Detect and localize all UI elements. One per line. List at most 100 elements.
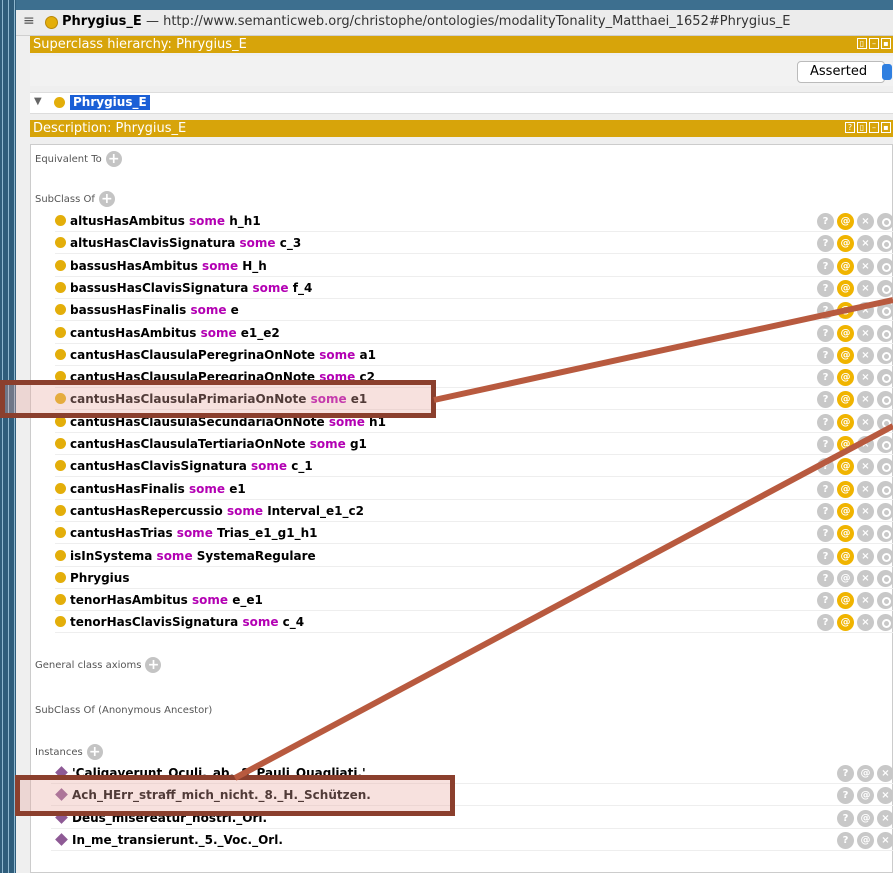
edit-icon[interactable]: [877, 458, 893, 476]
delete-icon[interactable]: ×: [857, 592, 874, 610]
annotate-icon[interactable]: @: [837, 458, 854, 476]
annotate-icon[interactable]: @: [837, 391, 854, 409]
panel-split-icon[interactable]: ▯: [857, 38, 867, 49]
delete-icon[interactable]: ×: [857, 547, 874, 565]
subclass-axiom-row[interactable]: cantusHasClausulaPeregrinaOnNote some a1…: [55, 345, 893, 366]
annotate-icon[interactable]: @: [857, 765, 874, 782]
delete-icon[interactable]: ×: [857, 235, 874, 253]
subclass-axiom-row[interactable]: tenorHasClavisSignatura some c_4? @ ×: [55, 612, 893, 634]
edit-icon[interactable]: [877, 502, 893, 520]
annotate-icon[interactable]: @: [837, 502, 854, 520]
help-icon[interactable]: ?: [817, 502, 834, 520]
help-icon[interactable]: ?: [817, 391, 834, 409]
add-superclass-icon[interactable]: +: [98, 191, 115, 207]
edit-icon[interactable]: [877, 235, 893, 253]
edit-icon[interactable]: [877, 592, 893, 610]
subclass-axiom-row[interactable]: Phrygius? @ ×: [55, 568, 893, 589]
annotate-icon[interactable]: @: [837, 569, 854, 587]
edit-icon[interactable]: [877, 324, 893, 342]
delete-icon[interactable]: ×: [857, 369, 874, 387]
asserted-dropdown[interactable]: Asserted: [797, 61, 892, 83]
help-icon[interactable]: ?: [817, 324, 834, 342]
delete-icon[interactable]: ×: [877, 765, 893, 782]
help-icon[interactable]: ?: [817, 279, 834, 297]
delete-icon[interactable]: ×: [857, 458, 874, 476]
delete-icon[interactable]: ×: [857, 480, 874, 498]
edit-icon[interactable]: [877, 302, 893, 320]
delete-icon[interactable]: ×: [857, 391, 874, 409]
annotate-icon[interactable]: @: [837, 547, 854, 565]
delete-icon[interactable]: ×: [857, 569, 874, 587]
annotate-icon[interactable]: @: [837, 413, 854, 431]
subclass-axiom-row[interactable]: bassusHasAmbitus some H_h? @ ×: [55, 256, 893, 277]
help-icon[interactable]: ?: [817, 302, 834, 320]
help-icon[interactable]: ?: [817, 369, 834, 387]
help-icon[interactable]: ?: [837, 765, 854, 782]
edit-icon[interactable]: [877, 213, 893, 230]
annotate-icon[interactable]: @: [837, 324, 854, 342]
edit-icon[interactable]: [877, 346, 893, 364]
subclass-axiom-row[interactable]: cantusHasClavisSignatura some c_1? @ ×: [55, 456, 893, 478]
annotate-icon[interactable]: @: [857, 831, 874, 849]
help-icon[interactable]: ?: [817, 525, 834, 543]
panel-help-icon[interactable]: ?: [845, 122, 855, 133]
help-icon[interactable]: ?: [817, 257, 834, 275]
help-icon[interactable]: ?: [817, 346, 834, 364]
subclass-axiom-row[interactable]: altusHasClavisSignatura some c_3? @ ×: [55, 233, 893, 255]
delete-icon[interactable]: ×: [857, 213, 874, 230]
panel-maximize-icon[interactable]: ▪: [881, 122, 891, 133]
edit-icon[interactable]: [877, 436, 893, 453]
help-icon[interactable]: ?: [817, 614, 834, 632]
edit-icon[interactable]: [877, 391, 893, 409]
delete-icon[interactable]: ×: [857, 436, 874, 453]
add-general-axiom-icon[interactable]: +: [145, 657, 162, 673]
help-icon[interactable]: ?: [817, 213, 834, 230]
delete-icon[interactable]: ×: [857, 346, 874, 364]
edit-icon[interactable]: [877, 569, 893, 587]
instance-row[interactable]: In_me_transierunt._5._Voc._Orl.? @ ×: [51, 830, 893, 851]
edit-icon[interactable]: [877, 480, 893, 498]
annotate-icon[interactable]: @: [857, 787, 874, 805]
annotate-icon[interactable]: @: [837, 279, 854, 297]
delete-icon[interactable]: ×: [857, 525, 874, 543]
delete-icon[interactable]: ×: [877, 831, 893, 849]
annotate-icon[interactable]: @: [837, 213, 854, 230]
help-icon[interactable]: ?: [817, 413, 834, 431]
help-icon[interactable]: ?: [817, 235, 834, 253]
annotate-icon[interactable]: @: [857, 809, 874, 827]
panel-minimize-icon[interactable]: –: [869, 122, 879, 133]
hierarchy-tree-item[interactable]: ▼ Phrygius_E: [30, 92, 893, 114]
delete-icon[interactable]: ×: [857, 257, 874, 275]
edit-icon[interactable]: [877, 369, 893, 387]
edit-icon[interactable]: [877, 614, 893, 632]
help-icon[interactable]: ?: [817, 569, 834, 587]
delete-icon[interactable]: ×: [857, 324, 874, 342]
annotate-icon[interactable]: @: [837, 369, 854, 387]
add-equivalent-icon[interactable]: +: [105, 151, 122, 167]
annotate-icon[interactable]: @: [837, 525, 854, 543]
edit-icon[interactable]: [877, 413, 893, 431]
help-icon[interactable]: ?: [817, 458, 834, 476]
subclass-axiom-row[interactable]: bassusHasClavisSignatura some f_4? @ ×: [55, 278, 893, 299]
delete-icon[interactable]: ×: [857, 413, 874, 431]
subclass-axiom-row[interactable]: bassusHasFinalis some e? @ ×: [55, 300, 893, 322]
subclass-axiom-row[interactable]: cantusHasClausulaTertiariaOnNote some g1…: [55, 434, 893, 455]
annotate-icon[interactable]: @: [837, 614, 854, 632]
expand-triangle-icon[interactable]: ▼: [34, 96, 42, 107]
subclass-axiom-row[interactable]: cantusHasTrias some Trias_e1_g1_h1? @ ×: [55, 523, 893, 545]
help-icon[interactable]: ?: [817, 480, 834, 498]
subclass-axiom-row[interactable]: altusHasAmbitus some h_h1? @ ×: [55, 211, 893, 232]
annotate-icon[interactable]: @: [837, 302, 854, 320]
dropdown-arrow-icon[interactable]: [882, 64, 892, 80]
panel-maximize-icon[interactable]: ▪: [881, 38, 891, 49]
edit-icon[interactable]: [877, 279, 893, 297]
delete-icon[interactable]: ×: [877, 809, 893, 827]
subclass-axiom-row[interactable]: cantusHasRepercussio some Interval_e1_c2…: [55, 501, 893, 522]
help-icon[interactable]: ?: [817, 592, 834, 610]
help-icon[interactable]: ?: [837, 809, 854, 827]
annotate-icon[interactable]: @: [837, 480, 854, 498]
edit-icon[interactable]: [877, 547, 893, 565]
annotate-icon[interactable]: @: [837, 592, 854, 610]
delete-icon[interactable]: ×: [877, 787, 893, 805]
help-icon[interactable]: ?: [837, 787, 854, 805]
